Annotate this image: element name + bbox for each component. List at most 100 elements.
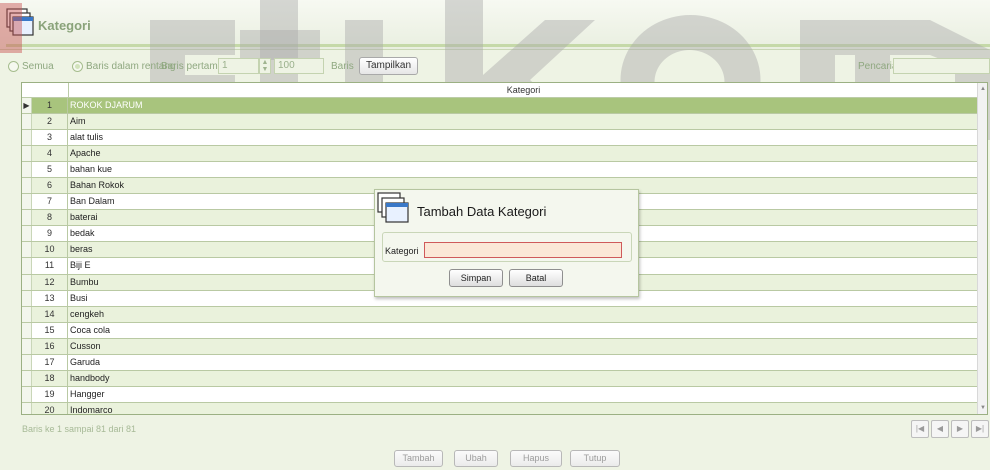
row-indicator-icon (22, 402, 32, 414)
row-indicator-icon: ▶ (22, 98, 32, 114)
show-button[interactable]: Tampilkan (359, 57, 418, 75)
row-indicator-icon (22, 162, 32, 178)
close-button[interactable]: Tutup (570, 450, 620, 467)
table-row[interactable]: 19 Hangger (22, 386, 978, 403)
action-buttons: Tambah Ubah Hapus Tutup (0, 450, 990, 468)
category-cell[interactable]: handbody (70, 371, 978, 386)
last-record-icon[interactable]: ▶| (971, 420, 989, 438)
table-row[interactable]: 16 Cusson (22, 338, 978, 355)
category-cell[interactable]: Garuda (70, 355, 978, 370)
row-indicator-icon (22, 338, 32, 354)
row-number: 2 (32, 114, 68, 130)
row-indicator-icon (22, 210, 32, 226)
category-cell[interactable]: Apache (70, 146, 978, 161)
category-cell[interactable]: ROKOK DJARUM (70, 98, 978, 113)
row-number: 4 (32, 146, 68, 162)
window-title: Kategori (38, 18, 91, 33)
row-indicator-icon (22, 322, 32, 338)
window-stack-icon (6, 8, 34, 36)
search-input[interactable] (893, 58, 990, 74)
first-row-spinner[interactable]: ▲ ▼ (259, 58, 271, 74)
category-cell[interactable]: Aim (70, 114, 978, 129)
table-row[interactable]: 18 handbody (22, 370, 978, 387)
save-button[interactable]: Simpan (449, 269, 503, 287)
scroll-up-icon[interactable]: ▲ (979, 84, 987, 94)
category-cell[interactable]: Coca cola (70, 323, 978, 338)
row-indicator-icon (22, 130, 32, 146)
table-row[interactable]: 14 cengkeh (22, 306, 978, 323)
next-record-icon[interactable]: ▶ (951, 420, 969, 438)
window-stack-icon (377, 192, 409, 223)
category-field-label: Kategori (385, 246, 419, 256)
table-row[interactable]: 20 Indomarco (22, 402, 978, 414)
vertical-scrollbar[interactable]: ▲ ▼ (977, 83, 987, 414)
dialog-title: Tambah Data Kategori (417, 204, 547, 219)
category-cell[interactable]: alat tulis (70, 130, 978, 145)
row-count-input[interactable]: 100 (274, 58, 324, 74)
row-number: 1 (32, 98, 68, 114)
row-number: 19 (32, 386, 68, 402)
window-header: Kategori (0, 0, 990, 50)
add-button[interactable]: Tambah (394, 450, 443, 467)
row-indicator-icon (22, 114, 32, 130)
record-status: Baris ke 1 sampai 81 dari 81 (22, 424, 137, 434)
radio-all[interactable] (8, 61, 19, 72)
header-divider (6, 44, 990, 47)
row-indicator-icon (22, 274, 32, 290)
table-row[interactable]: 2 Aim (22, 114, 978, 131)
add-category-dialog: Tambah Data Kategori Kategori Simpan Bat… (374, 189, 639, 297)
row-number: 17 (32, 354, 68, 370)
row-number: 5 (32, 162, 68, 178)
row-indicator-icon (22, 242, 32, 258)
row-indicator-icon (22, 194, 32, 210)
category-cell[interactable]: Hangger (70, 387, 978, 402)
row-number: 7 (32, 194, 68, 210)
category-field[interactable] (424, 242, 622, 258)
row-indicator-icon (22, 306, 32, 322)
category-cell[interactable]: cengkeh (70, 307, 978, 322)
row-number: 10 (32, 242, 68, 258)
row-number: 11 (32, 258, 68, 274)
row-number: 20 (32, 402, 68, 414)
table-row[interactable]: ▶ 1 ROKOK DJARUM (22, 98, 978, 115)
edit-button[interactable]: Ubah (454, 450, 498, 467)
row-indicator-icon (22, 354, 32, 370)
table-row[interactable]: 15 Coca cola (22, 322, 978, 339)
radio-all-label: Semua (22, 61, 54, 72)
row-number: 15 (32, 322, 68, 338)
row-number: 9 (32, 226, 68, 242)
first-record-icon[interactable]: |◀ (911, 420, 929, 438)
row-indicator-icon (22, 226, 32, 242)
delete-button[interactable]: Hapus (510, 450, 562, 467)
row-number: 14 (32, 306, 68, 322)
row-indicator-icon (22, 146, 32, 162)
table-row[interactable]: 4 Apache (22, 146, 978, 163)
first-row-label: Baris pertama (161, 61, 224, 72)
row-indicator-icon (22, 178, 32, 194)
first-row-input[interactable]: 1 (218, 58, 259, 74)
prev-record-icon[interactable]: ◀ (931, 420, 949, 438)
row-number: 3 (32, 130, 68, 146)
record-navigator: |◀ ◀ ▶ ▶| (911, 420, 989, 438)
row-number: 13 (32, 290, 68, 306)
row-number: 8 (32, 210, 68, 226)
cancel-button[interactable]: Batal (509, 269, 563, 287)
row-number: 6 (32, 178, 68, 194)
row-indicator-icon (22, 370, 32, 386)
radio-range[interactable] (72, 61, 83, 72)
table-row[interactable]: 3 alat tulis (22, 130, 978, 147)
row-number: 18 (32, 370, 68, 386)
grid-header: Kategori (22, 83, 978, 98)
column-header-kategori[interactable]: Kategori (68, 83, 978, 98)
scroll-down-icon[interactable]: ▼ (979, 403, 987, 413)
table-row[interactable]: 5 bahan kue (22, 162, 978, 179)
row-indicator-icon (22, 258, 32, 274)
rows-label: Baris (331, 61, 354, 72)
row-number: 12 (32, 274, 68, 290)
table-row[interactable]: 17 Garuda (22, 354, 978, 371)
category-cell[interactable]: Cusson (70, 339, 978, 354)
row-number: 16 (32, 338, 68, 354)
category-cell[interactable]: bahan kue (70, 162, 978, 177)
category-cell[interactable]: Indomarco (70, 403, 978, 414)
filter-toolbar: Semua Baris dalam rentang Baris pertama … (6, 56, 990, 78)
